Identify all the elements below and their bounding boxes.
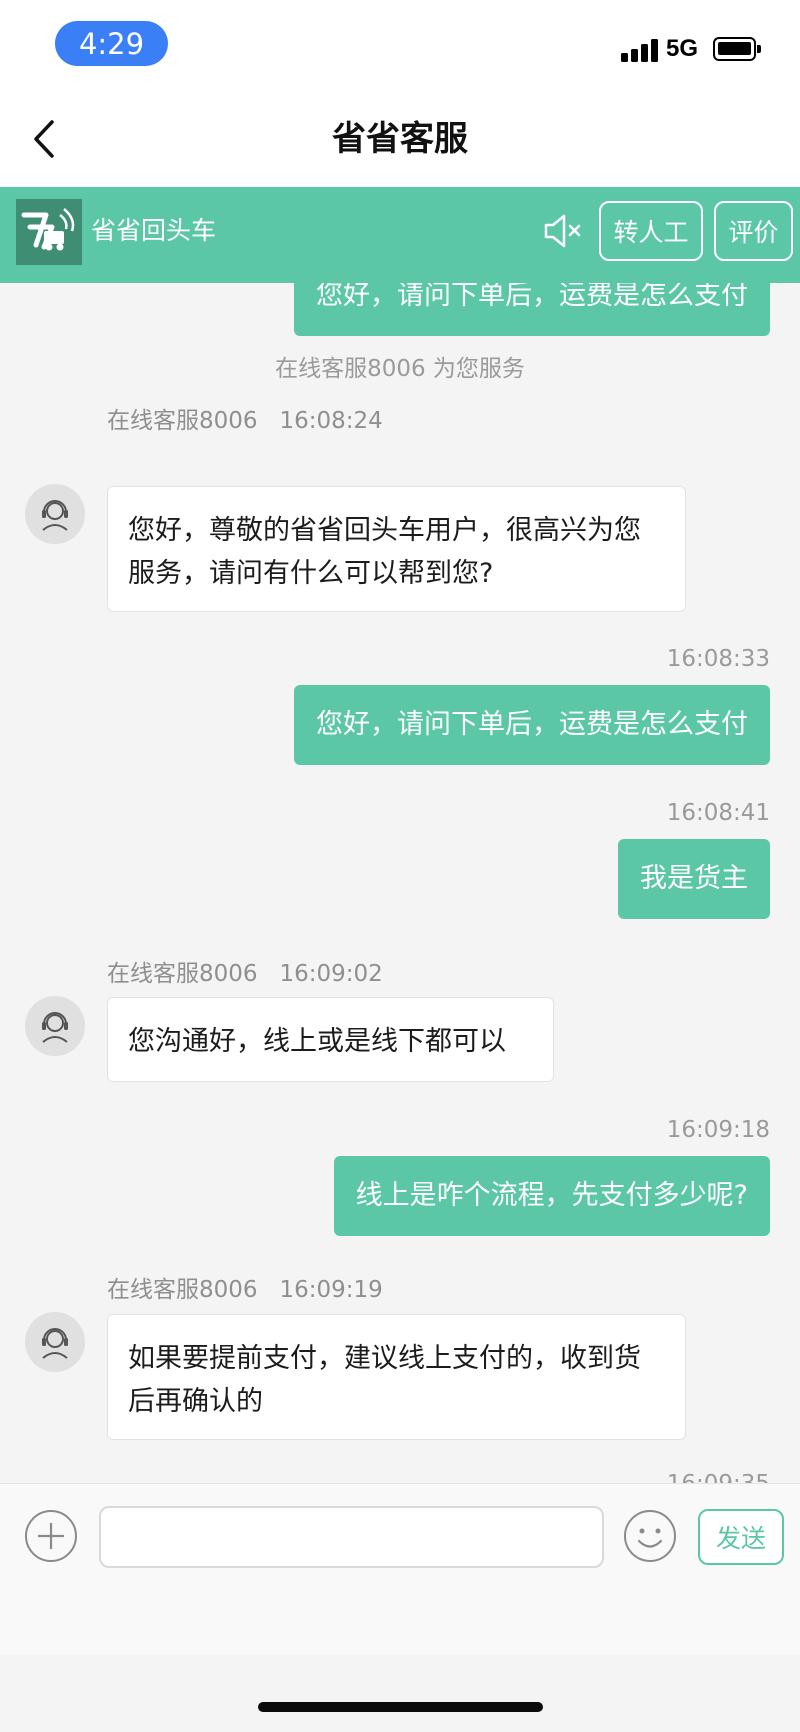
headset-agent-icon	[42, 500, 68, 531]
agent-name: 在线客服8006	[107, 961, 258, 987]
message-time: 16:08:41	[666, 800, 770, 826]
input-bar: 发送	[0, 1483, 800, 1654]
agent-message-bubble: 您沟通好，线上或是线下都可以	[107, 997, 554, 1082]
rate-button[interactable]: 评价	[714, 201, 793, 261]
user-message-bubble: 我是货主	[618, 839, 770, 919]
headset-agent-icon	[42, 1328, 68, 1359]
speaker-mute-icon	[544, 214, 581, 248]
send-button[interactable]: 发送	[698, 1509, 784, 1565]
service-logo	[16, 199, 82, 265]
user-message-bubble: 线上是咋个流程，先支付多少呢?	[333, 1156, 770, 1236]
home-indicator[interactable]	[258, 1702, 543, 1712]
message-time: 16:09:18	[666, 1117, 770, 1143]
agent-avatar	[25, 484, 85, 544]
status-time: 4:29	[55, 21, 168, 66]
message-time: 16:08:24	[279, 408, 383, 434]
more-options-button[interactable]	[24, 1509, 78, 1563]
chat-area[interactable]: 您好，请问下单后，运费是怎么支付 在线客服8006 为您服务 在线客服8006 …	[0, 283, 800, 1483]
system-message: 在线客服8006 为您服务	[275, 356, 525, 382]
home-indicator-area	[0, 1654, 800, 1732]
user-message-bubble: 您好，请问下单后，运费是怎么支付	[294, 685, 770, 765]
plus-circle-icon	[25, 1510, 77, 1562]
battery-icon	[713, 37, 761, 61]
mute-toggle[interactable]	[542, 211, 584, 251]
service-name: 省省回头车	[91, 216, 217, 245]
message-time: 16:09:35	[667, 1471, 770, 1483]
smiley-icon	[624, 1510, 676, 1562]
message-time: 16:08:33	[666, 646, 770, 672]
message-time: 16:09:19	[279, 1277, 383, 1303]
agent-meta: 在线客服8006 16:08:24	[107, 401, 383, 435]
agent-message-bubble: 如果要提前支付，建议线上支付的，收到货后再确认的	[107, 1314, 686, 1440]
emoji-button[interactable]	[622, 1508, 678, 1564]
signal-icon	[621, 38, 659, 62]
nav-bar: 省省客服	[0, 92, 800, 187]
page-title: 省省客服	[332, 119, 468, 159]
agent-message-bubble: 您好，尊敬的省省回头车用户，很高兴为您服务，请问有什么可以帮到您?	[107, 486, 686, 612]
message-input[interactable]	[99, 1506, 604, 1568]
user-message-bubble: 您好，请问下单后，运费是怎么支付	[294, 283, 770, 336]
agent-avatar	[25, 996, 85, 1056]
agent-meta: 在线客服8006 16:09:19	[107, 1270, 383, 1304]
back-button[interactable]	[26, 116, 66, 162]
status-bar: 4:29 5G	[0, 0, 800, 92]
service-banner: 省省回头车 转人工 评价	[0, 187, 800, 283]
agent-meta: 在线客服8006 16:09:02	[107, 954, 383, 988]
transfer-to-human-button[interactable]: 转人工	[599, 201, 703, 261]
headset-agent-icon	[42, 1012, 68, 1043]
message-time: 16:09:02	[279, 961, 383, 987]
agent-avatar	[25, 1312, 85, 1372]
network-type: 5G	[666, 35, 699, 62]
chevron-left-icon	[34, 120, 54, 158]
agent-name: 在线客服8006	[107, 408, 258, 434]
agent-name: 在线客服8006	[107, 1277, 258, 1303]
